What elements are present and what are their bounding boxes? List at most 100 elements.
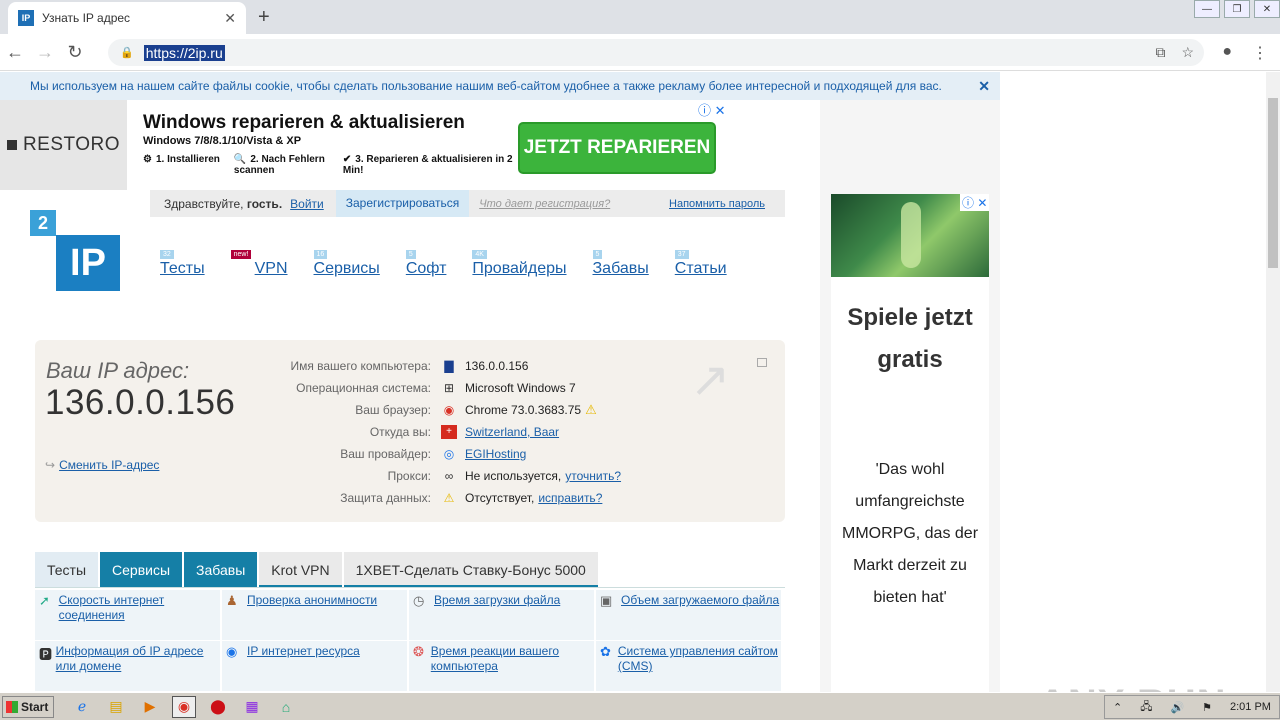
info-row-location: Откуда вы: + Switzerland, Baar (369, 425, 560, 439)
winrar-icon[interactable]: ▦ (240, 696, 264, 718)
volume-icon[interactable]: 🔊 (1170, 701, 1184, 714)
cms-icon: ✿ (600, 644, 611, 659)
opera-icon[interactable]: ⬤ (206, 696, 230, 718)
change-ip-link[interactable]: ↪ Сменить IP-адрес (45, 458, 159, 472)
service-item[interactable]: ♟ Проверка анонимности (222, 590, 407, 640)
anyrun-watermark: ANY RUN (1038, 682, 1227, 692)
greeting: Здравствуйте, гость. (164, 196, 283, 211)
service-item[interactable]: ▣ Объем загружаемого файла (596, 590, 781, 640)
clarify-link[interactable]: уточнить? (565, 469, 621, 483)
page-scrollbar[interactable] (1266, 72, 1280, 692)
remind-password-link[interactable]: Напомнить пароль (669, 198, 765, 210)
ie-icon[interactable]: ℯ (70, 696, 94, 718)
ip-resource-icon: ◉ (226, 644, 238, 659)
windows-logo-icon (6, 700, 18, 713)
chrome-taskbar-icon[interactable]: ◉ (172, 695, 196, 718)
nav-tests[interactable]: 32 Тесты (160, 250, 205, 278)
top-banner-ad[interactable]: RESTORO Windows reparieren & aktualisier… (0, 100, 785, 190)
back-icon[interactable]: ← (0, 42, 30, 63)
ad-subtitle: Windows 7/8/8.1/10/Vista & XP (143, 135, 302, 147)
computer-icon: ▇ (444, 359, 454, 373)
tray-network-icon[interactable]: 🖧 (1140, 698, 1152, 717)
ad-steps: ⚙ 1. Installieren 🔍 2. Nach Fehlern scanne… (143, 154, 513, 176)
reload-icon[interactable]: ↻ (60, 42, 90, 63)
page-content: Мы используем на нашем сайте файлы cooki… (0, 72, 1266, 692)
ip-info-box: Ваш IP адрес: 136.0.0.156 ↪ Сменить IP-ад… (35, 340, 785, 522)
glasses-icon: ∞ (444, 469, 454, 483)
file-size-icon: ▣ (600, 593, 613, 608)
service-item[interactable]: ❂ Время реакции вашего компьютера (409, 641, 594, 691)
close-cookie-icon[interactable]: ✕ (978, 78, 990, 95)
registration-info-link[interactable]: Что дает регистрация? (479, 198, 610, 210)
tab-1xbet[interactable]: 1XBET-Сделать Ставку-Бонус 5000 (343, 552, 598, 588)
tabs-divider (35, 587, 785, 588)
menu-icon[interactable]: ⋮ (1252, 43, 1268, 63)
service-item[interactable]: ◷ Время загрузки файла (409, 590, 594, 640)
service-item[interactable]: 🅿 Информация об IP адресе или домене (35, 641, 220, 691)
ip-address: 136.0.0.156 (45, 383, 236, 422)
info-row-computer: Имя вашего компьютера: ▇ 136.0.0.156 (290, 359, 529, 373)
clock[interactable]: 2:01 PM (1230, 701, 1271, 713)
forward-icon[interactable]: → (30, 42, 60, 63)
ad-info-close-icon[interactable]: ⓘ ✕ (698, 100, 726, 119)
new-tab-icon[interactable]: + (258, 6, 270, 29)
register-button[interactable]: Зарегистрироваться (335, 190, 470, 217)
service-item[interactable]: ➚ Скорость интернет соединения (35, 590, 220, 640)
cookie-notice: Мы используем на нашем сайте файлы cooki… (0, 72, 1000, 100)
address-bar[interactable]: 🔒 https://2ip.ru ⧉ ☆ (108, 39, 1204, 66)
start-button[interactable]: Start (2, 695, 54, 718)
info-row-os: Операционная система: ⊞ Microsoft Window… (296, 381, 576, 395)
flag-icon[interactable]: ⚑ (1202, 701, 1212, 714)
tab-tests[interactable]: Тесты (35, 552, 99, 588)
service-item[interactable]: ✿ Система управления сайтом (CMS) (596, 641, 781, 691)
fix-link[interactable]: исправить? (538, 491, 602, 505)
tab-krot-vpn[interactable]: Krot VPN (259, 552, 342, 588)
service-item[interactable]: ◉ IP интернет ресурса (222, 641, 407, 691)
browser-toolbar: ← → ↻ 🔒 https://2ip.ru ⧉ ☆ ● ⋮ (0, 34, 1280, 71)
window-small-icon[interactable] (757, 358, 767, 367)
windows-icon: ⊞ (443, 381, 455, 395)
warning-icon: ⚠ (585, 402, 597, 417)
translate-icon[interactable]: ⧉ (1155, 44, 1165, 61)
search-icon: 🔍 (233, 154, 247, 165)
network-icon[interactable]: ⌂ (274, 696, 298, 718)
minimize-icon[interactable]: — (1194, 0, 1220, 18)
main-nav: 32 Тесты new! VPN 16 Сервисы 5 Софт 4K Провай… (160, 250, 753, 278)
nav-services[interactable]: 16 Сервисы (313, 250, 380, 278)
nav-providers[interactable]: 4K Провайдеры (472, 250, 567, 278)
info-row-provider: Ваш провайдер: ◎ EGIHosting (340, 447, 527, 461)
browser-tab[interactable]: IP Узнать IP адрес ✕ (8, 2, 246, 34)
tab-title: Узнать IP адрес (42, 11, 131, 25)
media-player-icon[interactable]: ▶ (138, 696, 162, 718)
nav-software[interactable]: 5 Софт (405, 250, 446, 278)
ad-card: Spiele jetzt gratis 'Das wohl umfangreic… (831, 277, 989, 692)
tab-services[interactable]: Сервисы (100, 552, 183, 588)
login-link[interactable]: Войти (290, 197, 324, 211)
close-tab-icon[interactable]: ✕ (224, 10, 236, 27)
window-controls: — ❐ ✕ (1190, 0, 1280, 20)
tab-strip: IP Узнать IP адрес ✕ + — ❐ ✕ (0, 0, 1280, 34)
lock-icon[interactable]: 🔒 (120, 46, 134, 59)
speed-icon: ➚ (39, 593, 50, 608)
info-row-proxy: Прокси: ∞ Не используется, уточнить? (387, 469, 622, 483)
info-row-browser: Ваш браузер: ◉ Chrome 73.0.3683.75 ⚠ (355, 402, 597, 417)
restore-icon[interactable]: ❐ (1224, 0, 1250, 18)
provider-icon: ◎ (443, 447, 455, 461)
site-logo[interactable]: 2 IP (30, 210, 122, 292)
arrow-decoration-icon: ↗ (690, 354, 731, 407)
nav-articles[interactable]: 37 Статьи (674, 250, 727, 278)
nav-fun[interactable]: 5 Забавы (592, 250, 649, 278)
tray-up-icon[interactable]: ⌃ (1113, 701, 1122, 714)
ad-info-close-icon[interactable]: ⓘ ✕ (960, 194, 990, 211)
tab-fun[interactable]: Забавы (184, 552, 258, 588)
folder-icon[interactable]: ▤ (104, 696, 128, 718)
nav-vpn[interactable]: new! VPN (230, 250, 288, 278)
close-window-icon[interactable]: ✕ (1254, 0, 1280, 18)
ad-repair-button[interactable]: JETZT REPARIEREN (518, 122, 716, 174)
right-side-ad[interactable]: ⓘ ✕ Spiele jetzt gratis 'Das wohl umfang… (820, 100, 1000, 692)
check-icon: ✔ (342, 154, 352, 165)
url-text[interactable]: https://2ip.ru (143, 44, 225, 61)
profile-icon[interactable]: ● (1222, 43, 1232, 63)
windows-taskbar: Start ℯ ▤ ▶ ◉ ⬤ ▦ ⌂ ⌃ 🖧 🔊 ⚑ 2:01 PM (0, 692, 1280, 720)
bookmark-star-icon[interactable]: ☆ (1181, 44, 1194, 61)
